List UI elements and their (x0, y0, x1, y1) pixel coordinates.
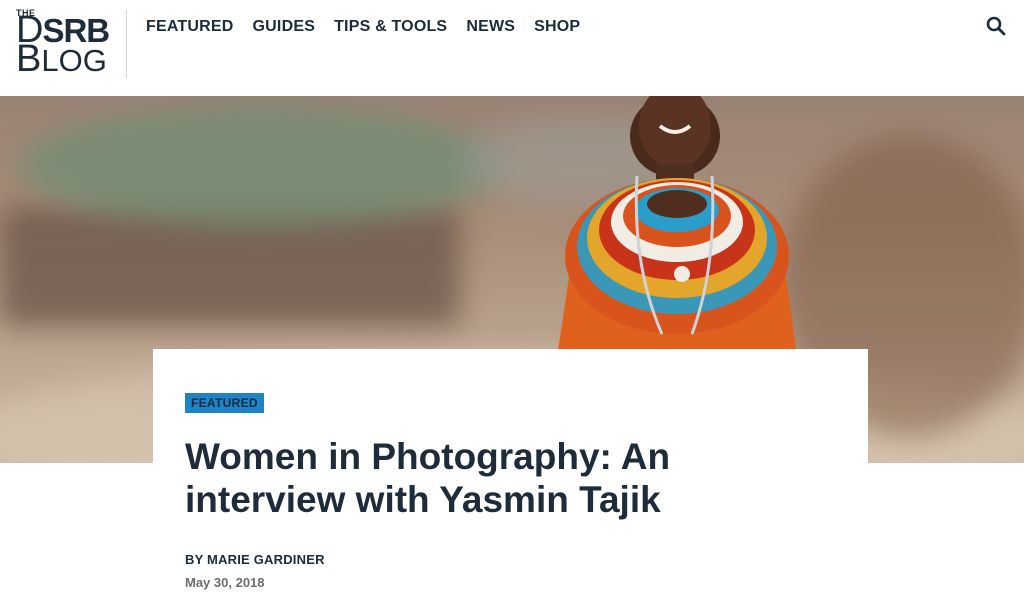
site-logo[interactable]: THE DSRB BLOG (16, 8, 116, 78)
nav-tips-tools[interactable]: TIPS & TOOLS (334, 18, 447, 36)
search-icon[interactable] (986, 16, 1006, 36)
article-title: Women in Photography: An interview with … (185, 436, 671, 520)
site-header: THE DSRB BLOG FEATURED GUIDES TIPS & TOO… (0, 0, 1024, 96)
article-byline: BY MARIE GARDINER (185, 552, 325, 567)
nav-shop[interactable]: SHOP (534, 18, 580, 36)
nav-featured[interactable]: FEATURED (146, 18, 234, 36)
logo-line-2-prefix: B (16, 38, 42, 80)
logo-line-2: BLOG (16, 40, 107, 78)
article-card: FEATURED Women in Photography: An interv… (153, 349, 868, 609)
category-badge[interactable]: FEATURED (185, 393, 264, 413)
logo-line-2-rest: LOG (41, 43, 107, 78)
main-nav: FEATURED GUIDES TIPS & TOOLS NEWS SHOP (146, 18, 599, 36)
hero-hut-roof (20, 106, 500, 226)
nav-news[interactable]: NEWS (466, 18, 515, 36)
article-date: May 30, 2018 (185, 575, 265, 590)
hero-person-figure (557, 96, 797, 356)
header-divider (126, 10, 127, 78)
nav-guides[interactable]: GUIDES (253, 18, 316, 36)
